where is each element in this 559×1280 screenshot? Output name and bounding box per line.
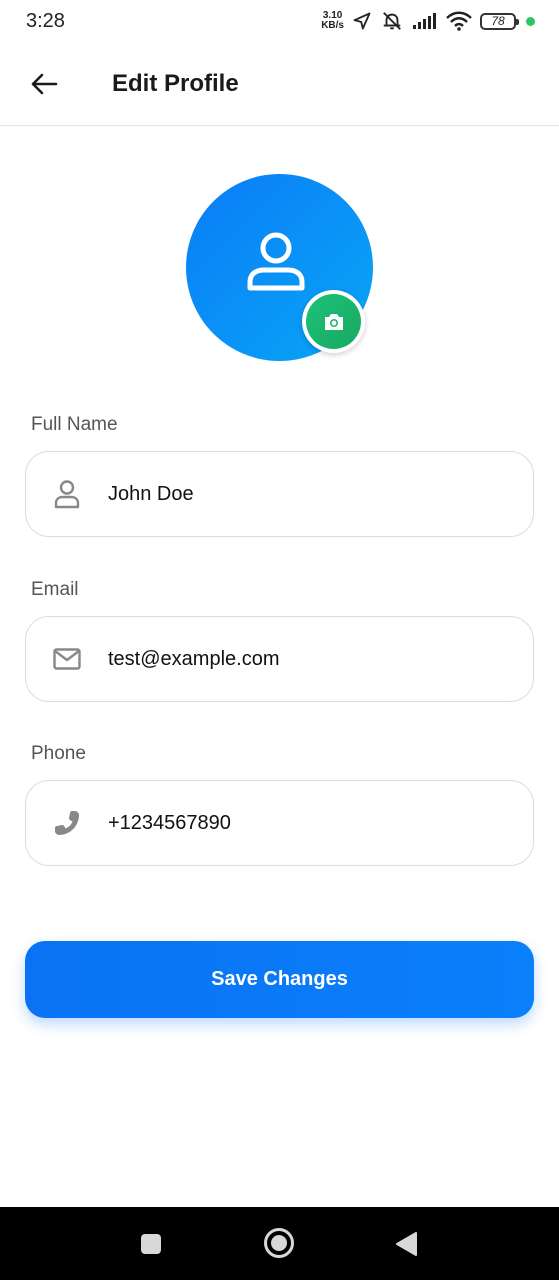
email-label: Email (31, 579, 79, 600)
back-triangle-icon[interactable] (394, 1231, 418, 1257)
camera-icon (324, 313, 343, 330)
network-speed: 3.10 KB/s (321, 11, 344, 31)
page-title: Edit Profile (112, 69, 239, 97)
phone-input[interactable] (108, 803, 508, 843)
avatar-container (186, 174, 373, 361)
arrow-left-icon (31, 73, 58, 94)
wifi-icon (446, 11, 472, 31)
phone-label: Phone (31, 743, 86, 764)
phone-field[interactable] (25, 780, 534, 866)
full-name-label: Full Name (31, 414, 118, 435)
bell-off-icon (380, 10, 404, 32)
battery-icon: 78 (480, 12, 519, 30)
home-circle-icon[interactable] (263, 1227, 295, 1259)
email-input[interactable] (108, 639, 508, 679)
app-bar: Edit Profile (0, 42, 559, 126)
phone-icon (53, 809, 81, 837)
camera-button-fill (306, 294, 361, 349)
mail-icon (53, 645, 81, 673)
user-icon (247, 232, 304, 290)
status-time: 3:28 (26, 9, 65, 32)
recents-square-icon[interactable] (140, 1233, 162, 1255)
back-button[interactable] (24, 64, 64, 104)
network-speed-unit: KB/s (321, 20, 344, 31)
change-photo-button[interactable] (302, 290, 365, 353)
system-nav-bar (0, 1207, 559, 1280)
full-name-field[interactable] (25, 451, 534, 537)
status-bar: 3:28 3.10 KB/s 78 (0, 0, 559, 42)
email-field[interactable] (25, 616, 534, 702)
full-name-input[interactable] (108, 474, 508, 514)
status-indicator-dot (526, 16, 535, 26)
user-outline-icon (53, 480, 81, 509)
save-changes-button[interactable]: Save Changes (25, 941, 534, 1018)
signal-icon (412, 12, 438, 30)
status-icons: 3.10 KB/s 78 (321, 10, 535, 32)
location-arrow-icon (352, 11, 372, 31)
battery-level: 78 (491, 14, 505, 28)
